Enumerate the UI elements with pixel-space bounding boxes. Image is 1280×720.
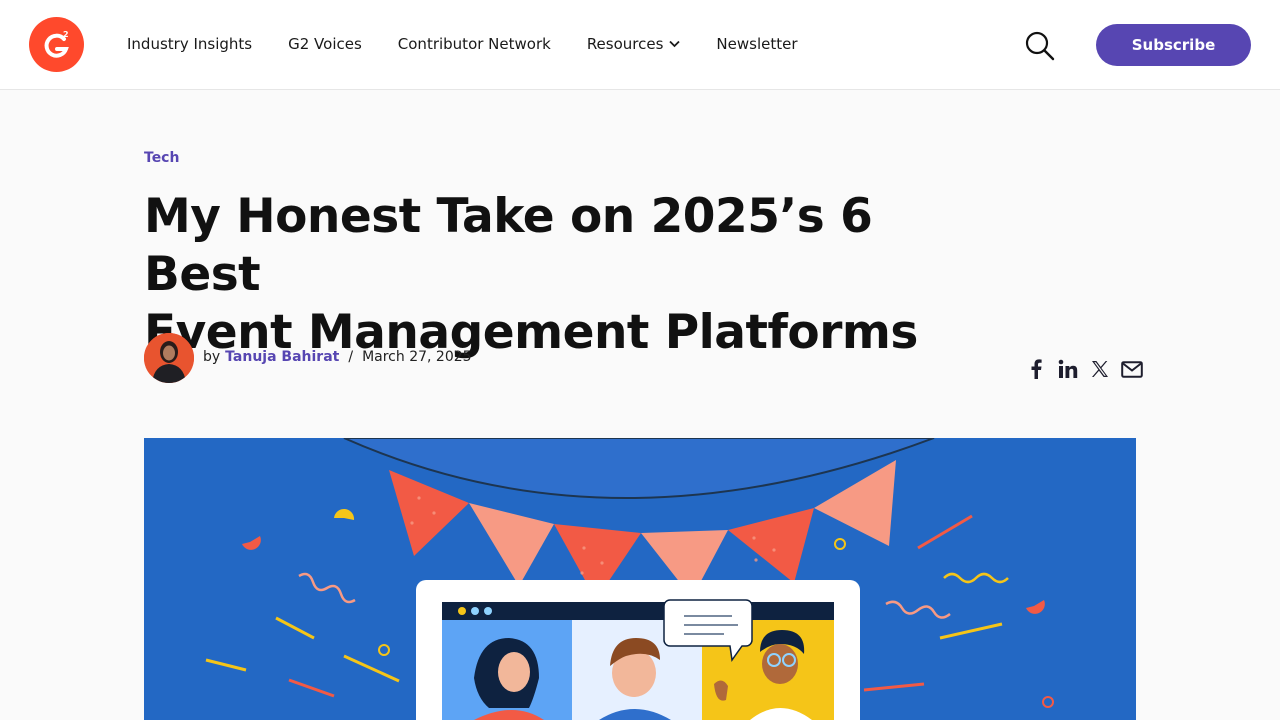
article-category[interactable]: Tech	[144, 150, 179, 166]
nav-resources[interactable]: Resources	[587, 35, 681, 53]
nav-label: Contributor Network	[397, 35, 551, 53]
svg-text:2: 2	[63, 30, 69, 39]
search-icon[interactable]	[1024, 30, 1056, 62]
event-illustration	[205, 438, 1054, 720]
linkedin-icon[interactable]	[1056, 357, 1080, 381]
share-bar	[1024, 357, 1152, 381]
hero-image	[144, 438, 1136, 720]
title-line-1: My Honest Take on 2025’s 6 Best	[144, 189, 873, 302]
nav-contributor-network[interactable]: Contributor Network	[398, 35, 551, 53]
nav-label: G2 Voices	[288, 35, 362, 53]
publish-date: March 27, 2025	[362, 349, 472, 365]
site-header: 2 Industry Insights G2 Voices Contributo…	[0, 0, 1280, 90]
byline-separator: /	[348, 349, 354, 365]
nav-industry-insights[interactable]: Industry Insights	[127, 35, 252, 53]
chevron-down-icon	[669, 40, 681, 48]
author-avatar[interactable]	[144, 333, 194, 383]
main-nav: Industry Insights G2 Voices Contributor …	[127, 35, 834, 53]
email-icon[interactable]	[1120, 357, 1144, 381]
subscribe-button[interactable]: Subscribe	[1096, 24, 1251, 66]
facebook-icon[interactable]	[1024, 357, 1048, 381]
nav-label: Resources	[586, 35, 664, 53]
g2-logo-icon: 2	[44, 30, 69, 58]
article-title: My Honest Take on 2025’s 6 Best Event Ma…	[144, 188, 1004, 362]
nav-newsletter[interactable]: Newsletter	[716, 35, 797, 53]
g2-logo[interactable]: 2	[29, 17, 84, 72]
nav-label: Industry Insights	[127, 35, 253, 53]
nav-label: Newsletter	[716, 35, 798, 53]
x-icon[interactable]	[1088, 357, 1112, 381]
byline: by Tanuja Bahirat / March 27, 2025	[203, 349, 472, 365]
byline-prefix: by	[203, 349, 221, 365]
author-link[interactable]: Tanuja Bahirat	[225, 349, 339, 365]
nav-g2-voices[interactable]: G2 Voices	[288, 35, 362, 53]
